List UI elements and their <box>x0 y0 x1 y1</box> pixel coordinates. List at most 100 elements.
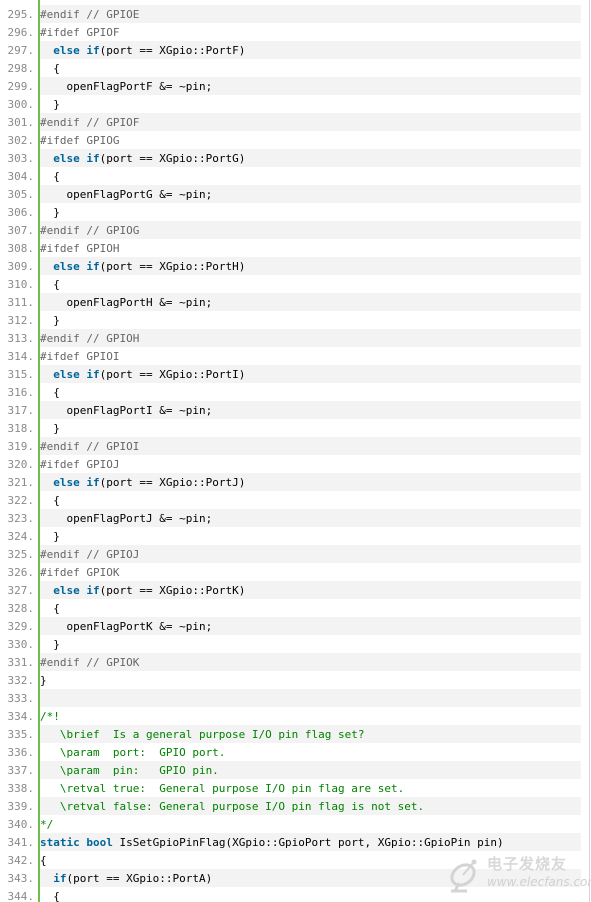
code-token-plain: { <box>40 601 60 615</box>
line-number: 326. <box>7 565 35 579</box>
line-content: } <box>40 671 581 689</box>
right-border <box>589 0 590 902</box>
line-number: 338. <box>7 781 35 795</box>
code-token-keyword: else <box>53 583 80 597</box>
line-number: 321. <box>7 475 35 489</box>
line-number: 309. <box>7 259 35 273</box>
code-line: 338. \retval true: General purpose I/O p… <box>0 779 589 797</box>
line-number: 314. <box>7 349 35 363</box>
line-number: 320. <box>7 457 35 471</box>
line-number: 329. <box>7 619 35 633</box>
line-number: 319. <box>7 439 35 453</box>
code-line: 315. else if (port == XGpio::PortI) <box>0 365 589 383</box>
line-content: { <box>40 167 581 185</box>
line-number: 337. <box>7 763 35 777</box>
line-number: 331. <box>7 655 35 669</box>
line-content: else if (port == XGpio::PortJ) <box>40 473 581 491</box>
code-line: 331. #endif // GPIOK <box>0 653 589 671</box>
code-token-comment: \param pin: GPIO pin. <box>40 763 219 777</box>
line-number: 323. <box>7 511 35 525</box>
code-token-keyword: if <box>86 259 100 273</box>
code-token-plain: } <box>40 529 60 543</box>
line-number: 302. <box>7 133 35 147</box>
line-content: #ifdef GPIOH <box>40 239 581 257</box>
line-number: 300. <box>7 97 35 111</box>
line-number: 340. <box>7 817 35 831</box>
code-token-plain: (port == XGpio::PortJ) <box>99 475 246 489</box>
line-number: 339. <box>7 799 35 813</box>
code-line: 296. #ifdef GPIOF <box>0 23 589 41</box>
line-content: */ <box>40 815 581 833</box>
code-token-plain: (port == XGpio::PortF) <box>99 43 246 57</box>
line-number: 295. <box>7 7 35 21</box>
line-content: #ifdef GPIOI <box>40 347 581 365</box>
code-token-plain: { <box>40 61 60 75</box>
line-number: 307. <box>7 223 35 237</box>
watermark-text: 电子发烧友 <box>487 855 568 873</box>
line-number: 333. <box>7 691 35 705</box>
code-line: 324. } <box>0 527 589 545</box>
line-content: \param pin: GPIO pin. <box>40 761 581 779</box>
code-token-keyword: else <box>53 475 80 489</box>
line-number: 328. <box>7 601 35 615</box>
code-line: 317. openFlagPortI &= ~pin; <box>0 401 589 419</box>
code-line: 308. #ifdef GPIOH <box>0 239 589 257</box>
code-line: 316. { <box>0 383 589 401</box>
code-line: 295. #endif // GPIOE <box>0 5 589 23</box>
line-content: openFlagPortK &= ~pin; <box>40 617 581 635</box>
line-content: #endif // GPIOF <box>40 113 581 131</box>
code-line: 328. { <box>0 599 589 617</box>
line-content: openFlagPortI &= ~pin; <box>40 401 581 419</box>
code-line: 329. openFlagPortK &= ~pin; <box>0 617 589 635</box>
line-content: \brief Is a general purpose I/O pin flag… <box>40 725 581 743</box>
code-token-plain: (port == XGpio::PortH) <box>99 259 246 273</box>
line-content: \retval true: General purpose I/O pin fl… <box>40 779 581 797</box>
code-line: 306. } <box>0 203 589 221</box>
code-token-preproc: #endif // GPIOH <box>40 331 140 345</box>
line-number: 336. <box>7 745 35 759</box>
code-token-plain: openFlagPortI &= ~pin; <box>40 403 213 417</box>
code-line: 340. */ <box>0 815 589 833</box>
line-number: 304. <box>7 169 35 183</box>
line-number: 312. <box>7 313 35 327</box>
code-token-keyword: if <box>86 43 100 57</box>
line-number: 305. <box>7 187 35 201</box>
code-line: 297. else if (port == XGpio::PortF) <box>0 41 589 59</box>
line-content: \param port: GPIO port. <box>40 743 581 761</box>
code-token-preproc: #endif // GPIOE <box>40 7 140 21</box>
code-token-keyword: else <box>53 259 80 273</box>
line-number: 316. <box>7 385 35 399</box>
code-token-plain: } <box>40 673 47 687</box>
line-content: #ifdef GPIOG <box>40 131 581 149</box>
code-token-preproc: #endif // GPIOK <box>40 655 140 669</box>
line-number: 324. <box>7 529 35 543</box>
line-content: } <box>40 311 581 329</box>
code-token-comment: \param port: GPIO port. <box>40 745 226 759</box>
line-content <box>40 689 581 707</box>
line-number: 341. <box>7 835 35 849</box>
code-token-keyword: if <box>86 151 100 165</box>
line-content: \retval false: General purpose I/O pin f… <box>40 797 581 815</box>
code-token-plain: openFlagPortK &= ~pin; <box>40 619 213 633</box>
line-content: { <box>40 491 581 509</box>
code-token-preproc: #ifdef GPIOK <box>40 565 120 579</box>
line-content: else if (port == XGpio::PortI) <box>40 365 581 383</box>
line-number: 343. <box>7 871 35 885</box>
watermark: 电子发烧友 www.elecfans.com <box>447 851 591 897</box>
line-content: } <box>40 635 581 653</box>
code-token-keyword: if <box>86 475 100 489</box>
code-token-preproc: #ifdef GPIOF <box>40 25 120 39</box>
code-token-plain: (port == XGpio::PortI) <box>99 367 246 381</box>
line-content: } <box>40 203 581 221</box>
code-token-plain: openFlagPortJ &= ~pin; <box>40 511 213 525</box>
line-number: 303. <box>7 151 35 165</box>
line-number: 330. <box>7 637 35 651</box>
line-content: #endif // GPIOE <box>40 5 581 23</box>
code-line: 334. /*! <box>0 707 589 725</box>
code-line: 335. \brief Is a general purpose I/O pin… <box>0 725 589 743</box>
